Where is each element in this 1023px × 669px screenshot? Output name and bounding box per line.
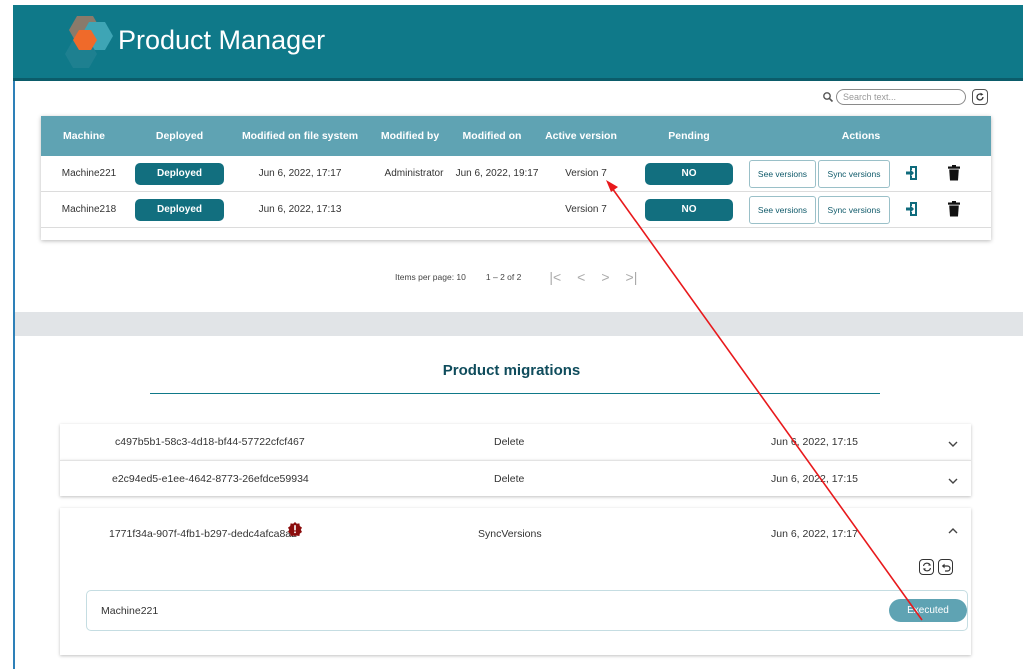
modified-on-cell: Jun 6, 2022, 19:17: [455, 168, 539, 179]
see-versions-button[interactable]: See versions: [749, 160, 816, 188]
machine-name: Machine218: [61, 204, 117, 215]
pending-badge: NO: [645, 199, 733, 221]
sync-versions-button[interactable]: Sync versions: [818, 160, 890, 188]
table-header: Machine Deployed Modified on file system…: [41, 116, 991, 156]
migrations-title: Product migrations: [442, 362, 581, 379]
active-version-cell: Version 7: [565, 168, 607, 179]
column-header-modified-fs[interactable]: Modified on file system: [237, 116, 363, 156]
migration-panel-expanded[interactable]: 1771f34a-907f-4fb1-b297-dedc4afca8a2 Syn…: [60, 508, 971, 655]
search-icon: [823, 92, 834, 103]
deployed-badge: Deployed: [135, 163, 224, 185]
table-row: Machine221 Deployed Jun 6, 2022, 17:17 A…: [41, 156, 991, 192]
next-page-icon[interactable]: >: [601, 270, 609, 284]
deploy-icon[interactable]: [905, 201, 919, 217]
column-header-machine[interactable]: Machine: [41, 116, 127, 156]
page-range-label: 1 – 2 of 2: [485, 272, 522, 282]
chevron-down-icon[interactable]: [947, 440, 959, 448]
active-version-cell: Version 7: [565, 204, 607, 215]
column-header-modified-on[interactable]: Modified on: [451, 116, 533, 156]
migration-machine-detail: Machine221: [86, 590, 968, 631]
migration-action: Delete: [494, 436, 525, 448]
migrations-title-underline: [150, 393, 880, 394]
paginator: Items per page: 10 1 – 2 of 2 |< < > >|: [395, 270, 645, 284]
table-row: Machine218 Deployed Jun 6, 2022, 17:13 V…: [41, 192, 991, 228]
undo-icon: [941, 563, 951, 572]
section-divider: [15, 312, 1023, 336]
refresh-button[interactable]: [972, 89, 988, 105]
executed-status-badge: Executed: [889, 599, 967, 622]
column-header-pending[interactable]: Pending: [645, 116, 733, 156]
machines-table: Machine Deployed Modified on file system…: [41, 116, 991, 240]
trash-icon[interactable]: [947, 165, 961, 181]
refresh-icon: [976, 92, 984, 101]
column-header-active-version[interactable]: Active version: [541, 116, 621, 156]
modified-fs-cell: Jun 6, 2022, 17:13: [258, 204, 342, 215]
modified-by-cell: Administrator: [384, 168, 444, 179]
product-logo-icon: [65, 16, 113, 68]
search-input[interactable]: [836, 89, 966, 105]
sync-versions-button[interactable]: Sync versions: [818, 196, 890, 224]
chevron-up-icon[interactable]: [947, 527, 959, 535]
migration-action: Delete: [494, 473, 525, 485]
column-header-deployed[interactable]: Deployed: [135, 116, 224, 156]
modified-fs-cell: Jun 6, 2022, 17:17: [258, 168, 342, 179]
retry-sync-button[interactable]: [919, 559, 934, 575]
see-versions-button[interactable]: See versions: [749, 196, 816, 224]
migration-id: 1771f34a-907f-4fb1-b297-dedc4afca8a2: [109, 528, 297, 540]
deployed-badge: Deployed: [135, 199, 224, 221]
migration-date: Jun 6, 2022, 17:15: [771, 473, 858, 485]
search-bar: [822, 89, 966, 105]
last-page-icon[interactable]: >|: [626, 270, 638, 284]
app-title: Product Manager: [118, 25, 326, 55]
migration-panel[interactable]: e2c94ed5-e1ee-4642-8773-26efdce59934 Del…: [60, 460, 971, 496]
migration-action: SyncVersions: [478, 528, 542, 540]
undo-button[interactable]: [938, 559, 953, 575]
migration-date: Jun 6, 2022, 17:15: [771, 436, 858, 448]
modified-on-cell: [454, 192, 540, 228]
sync-icon: [922, 562, 931, 572]
migration-date: Jun 6, 2022, 17:17: [771, 528, 858, 540]
column-header-modified-by[interactable]: Modified by: [371, 116, 449, 156]
chevron-down-icon[interactable]: [947, 477, 959, 485]
first-page-icon[interactable]: |<: [549, 270, 561, 284]
modified-by-cell: [377, 192, 451, 228]
deploy-icon[interactable]: [905, 165, 919, 181]
detail-machine-name: Machine221: [101, 605, 159, 617]
trash-icon[interactable]: [947, 201, 961, 217]
app-header: Product Manager: [13, 5, 1023, 81]
migration-panel[interactable]: c497b5b1-58c3-4d18-bf44-57722cfcf467 Del…: [60, 424, 971, 460]
migration-id: e2c94ed5-e1ee-4642-8773-26efdce59934: [112, 473, 309, 485]
migration-id: c497b5b1-58c3-4d18-bf44-57722cfcf467: [115, 436, 305, 448]
items-per-page-label[interactable]: Items per page: 10: [395, 272, 466, 282]
column-header-actions: Actions: [841, 130, 881, 142]
error-icon: [288, 522, 302, 536]
pending-badge: NO: [645, 163, 733, 185]
machine-name: Machine221: [61, 168, 117, 179]
prev-page-icon[interactable]: <: [577, 270, 585, 284]
